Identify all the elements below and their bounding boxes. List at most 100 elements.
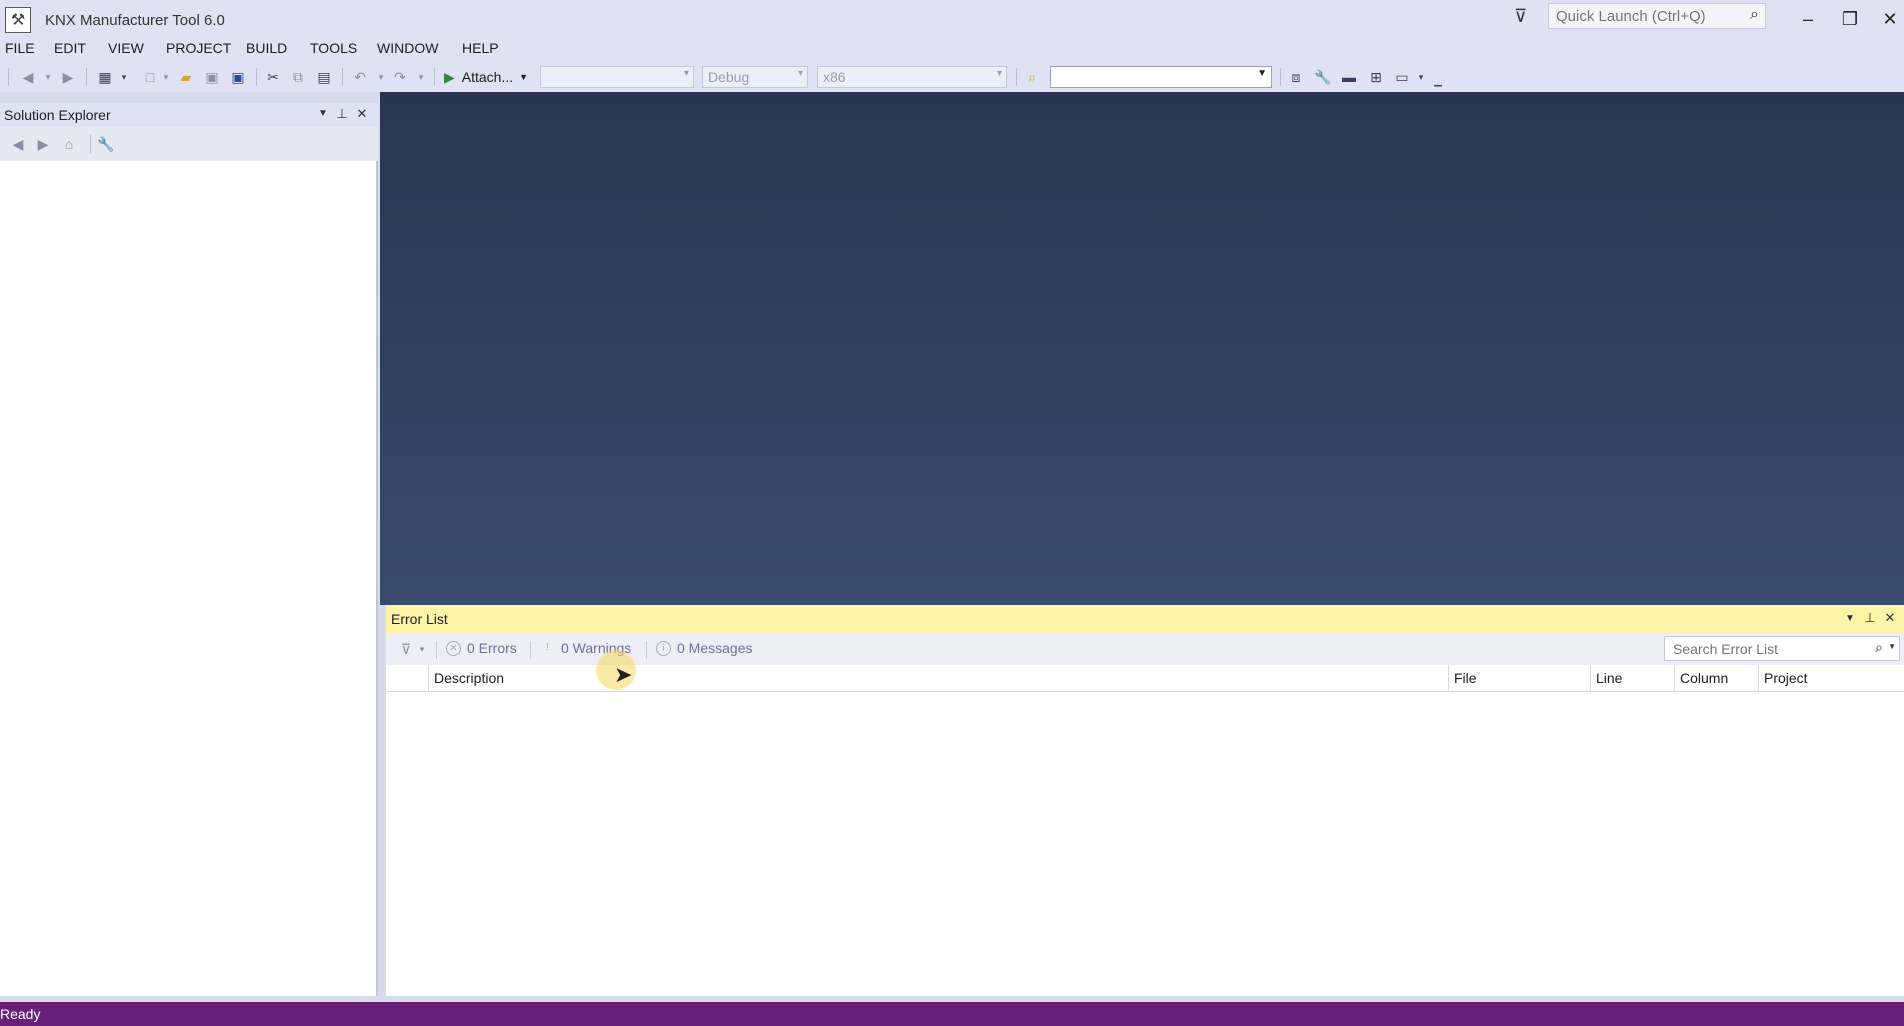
add-item-dropdown-icon[interactable]: ▾ xyxy=(156,67,176,87)
toolbar-separator xyxy=(646,641,647,659)
menu-build[interactable]: BUILD xyxy=(246,40,287,56)
filter-dropdown-icon[interactable]: ▾ xyxy=(412,639,432,659)
toolbar-separator xyxy=(436,641,437,659)
messages-count: 0 Messages xyxy=(677,640,753,656)
window-position-dropdown-icon[interactable]: ▼ xyxy=(315,108,331,119)
close-button[interactable]: ✕ xyxy=(1870,5,1904,33)
column-header-project[interactable]: Project xyxy=(1758,665,1904,692)
toolbar-separator xyxy=(90,135,91,153)
toolbar-options-icon[interactable]: ▁ xyxy=(1428,71,1448,91)
menu-tools[interactable]: TOOLS xyxy=(310,40,357,56)
error-list-search-input[interactable] xyxy=(1671,640,1861,658)
chevron-down-icon[interactable]: ▾ xyxy=(684,68,689,79)
menu-file[interactable]: FILE xyxy=(5,40,35,56)
status-text: Ready xyxy=(0,1006,41,1022)
toolbar-separator xyxy=(86,68,87,86)
save-icon[interactable]: ▣ xyxy=(202,67,222,87)
copy-icon[interactable]: ⧉ xyxy=(288,67,308,87)
platform-value: x86 xyxy=(823,69,846,85)
toolbar-separator xyxy=(342,68,343,86)
window-layout-icon[interactable]: ▭ xyxy=(1392,67,1412,87)
document-well xyxy=(380,92,1904,605)
search-options-dropdown-icon[interactable]: ▼ xyxy=(1888,642,1896,651)
menu-edit[interactable]: EDIT xyxy=(54,40,86,56)
quick-launch-box[interactable]: ⌕ xyxy=(1548,3,1766,29)
menu-window[interactable]: WINDOW xyxy=(377,40,438,56)
chevron-down-icon[interactable]: ▾ xyxy=(997,68,1002,79)
menu-bar: FILE EDIT VIEW PROJECT BUILD TOOLS WINDO… xyxy=(0,38,1904,62)
pin-icon[interactable]: ⊥ xyxy=(1862,610,1878,626)
toolbar-separator xyxy=(1280,68,1281,86)
app-logo-icon: ⚒ xyxy=(5,7,31,33)
cut-icon[interactable]: ✂ xyxy=(263,67,283,87)
back-dropdown-icon[interactable]: ▾ xyxy=(38,67,58,87)
configuration-value: Debug xyxy=(708,69,750,85)
undo-icon[interactable]: ↶ xyxy=(350,67,370,87)
window-title: KNX Manufacturer Tool 6.0 xyxy=(45,12,225,29)
error-list-search-box[interactable]: ⌕ ▼ xyxy=(1664,636,1900,661)
pin-icon[interactable]: ⊥ xyxy=(334,106,350,122)
restore-button[interactable]: ❐ xyxy=(1830,5,1870,33)
navigate-forward-icon[interactable]: ▶ xyxy=(58,67,78,87)
chevron-down-icon[interactable]: ▾ xyxy=(798,68,803,79)
quick-launch-input[interactable] xyxy=(1554,6,1734,26)
forward-icon[interactable]: ▶ xyxy=(33,134,53,154)
warning-icon: ! xyxy=(546,641,549,653)
messages-toggle-button[interactable]: i 0 Messages xyxy=(656,640,752,656)
find-in-files-icon[interactable]: ⌕ xyxy=(1022,67,1042,87)
window-position-dropdown-icon[interactable]: ▼ xyxy=(1842,613,1858,624)
toolbox-icon[interactable]: ▬ xyxy=(1339,67,1359,87)
status-bar: Ready xyxy=(0,1002,1904,1026)
redo-icon[interactable]: ↷ xyxy=(390,67,410,87)
toolbar-separator xyxy=(256,68,257,86)
platform-combo[interactable]: x86 ▾ xyxy=(817,66,1007,88)
toolbar-separator xyxy=(530,641,531,659)
find-combo[interactable]: ▼ xyxy=(1050,66,1272,88)
column-header-type[interactable] xyxy=(386,665,428,692)
error-list-header: Error List ▼ ⊥ ✕ xyxy=(386,605,1904,633)
properties-wrench-icon[interactable]: 🔧 xyxy=(96,134,116,154)
undo-dropdown-icon[interactable]: ▾ xyxy=(371,67,391,87)
close-panel-icon[interactable]: ✕ xyxy=(354,106,370,122)
close-panel-icon[interactable]: ✕ xyxy=(1882,610,1898,626)
open-folder-icon[interactable]: ▰ xyxy=(176,67,196,87)
properties-wrench-icon[interactable]: 🔧 xyxy=(1313,67,1333,87)
new-project-dropdown-icon[interactable]: ▾ xyxy=(114,67,134,87)
solution-explorer-header: Solution Explorer ▼ ⊥ ✕ xyxy=(0,103,378,127)
back-icon[interactable]: ◀ xyxy=(8,134,28,154)
navigate-back-icon[interactable]: ◀ xyxy=(18,67,38,87)
info-icon: i xyxy=(656,640,671,656)
error-icon: ✕ xyxy=(446,640,461,656)
title-bar: ⚒ KNX Manufacturer Tool 6.0 ⊽ ⌕ – ❐ ✕ xyxy=(0,0,1904,38)
column-header-line[interactable]: Line xyxy=(1590,665,1674,692)
chevron-down-icon[interactable]: ▼ xyxy=(1257,68,1267,79)
chevron-down-icon[interactable]: ▼ xyxy=(519,72,528,82)
paste-icon[interactable]: ▤ xyxy=(314,67,334,87)
column-header-column[interactable]: Column xyxy=(1674,665,1758,692)
solution-explorer-icon[interactable]: ⧈ xyxy=(1286,67,1306,87)
minimize-button[interactable]: – xyxy=(1788,5,1828,33)
redo-dropdown-icon[interactable]: ▾ xyxy=(411,67,431,87)
menu-project[interactable]: PROJECT xyxy=(166,40,231,56)
configuration-combo[interactable]: Debug ▾ xyxy=(702,66,808,88)
menu-view[interactable]: VIEW xyxy=(108,40,144,56)
search-icon[interactable]: ⌕ xyxy=(1750,6,1759,24)
new-project-icon[interactable]: ▦ xyxy=(95,67,115,87)
object-browser-icon[interactable]: ⊞ xyxy=(1366,67,1386,87)
errors-toggle-button[interactable]: ✕ 0 Errors xyxy=(446,640,517,656)
attach-label: Attach... xyxy=(461,69,514,85)
mouse-cursor-icon: ➤ xyxy=(614,662,633,687)
toolbar-separator xyxy=(434,68,435,86)
notification-filter-icon[interactable]: ⊽ xyxy=(1514,6,1527,27)
standard-toolbar: ◀ ▾ ▶ ▦ ▾ □ ▾ ▰ ▣ ▣ ✂ ⧉ ▤ ↶ ▾ ↷ ▾ ▶ Atta… xyxy=(0,62,1904,92)
column-header-description[interactable]: Description xyxy=(428,665,1492,692)
toolbar-grip xyxy=(8,68,9,86)
solution-explorer-toolbar: ◀ ▶ ⌂ 🔧 xyxy=(0,127,378,161)
menu-help[interactable]: HELP xyxy=(462,40,499,56)
column-header-file[interactable]: File xyxy=(1448,665,1590,692)
home-icon[interactable]: ⌂ xyxy=(59,134,79,154)
startup-project-combo[interactable]: ▾ xyxy=(540,66,694,88)
attach-button[interactable]: ▶ Attach... ▼ xyxy=(444,67,528,87)
search-icon[interactable]: ⌕ xyxy=(1875,639,1883,656)
save-all-icon[interactable]: ▣ xyxy=(228,67,248,87)
